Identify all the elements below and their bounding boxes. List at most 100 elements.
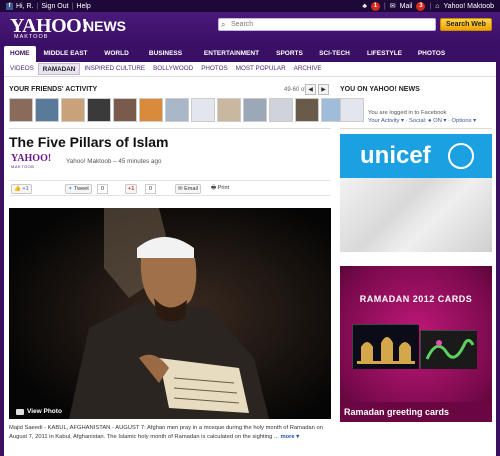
social-toggle[interactable]: Social: ● ON ▾ (409, 118, 446, 124)
friend-avatar[interactable] (9, 98, 33, 122)
unicef-logo-text: unicef (360, 142, 431, 169)
help-link[interactable]: Help (76, 3, 90, 10)
article-title: The Five Pillars of Islam (9, 134, 169, 150)
sub-nav: VIDEOS RAMADAN INSPIRED CULTURE BOLLYWOO… (4, 62, 496, 77)
search-placeholder: Search (231, 21, 254, 28)
tab-entertainment[interactable]: ENTERTAINMENT (194, 46, 270, 62)
ramadan-card-calligraphy (420, 330, 477, 369)
options-link[interactable]: Options ▾ (452, 118, 477, 124)
tab-middle-east[interactable]: MIDDLE EAST (36, 46, 96, 62)
friend-avatar[interactable] (165, 98, 189, 122)
article-byline: Yahoo! Maktoob – 45 minutes ago (66, 158, 162, 165)
caption-text: Majid Saeedi - KABUL, AFGHANISTAN - AUGU… (9, 425, 323, 440)
facebook-like-button[interactable]: 👍 +1 (11, 184, 32, 194)
ramadan-cards-ad[interactable]: RAMADAN 2012 CARDS Ramadan greeting card… (340, 266, 492, 422)
subnav-bollywood[interactable]: BOLLYWOOD (149, 63, 197, 75)
mail-icon[interactable]: ✉ (390, 2, 396, 10)
divider (340, 128, 492, 129)
separator: | (429, 2, 432, 10)
calligraphy-icon (421, 331, 477, 369)
gplus-count: 0 (145, 184, 157, 194)
separator: | (36, 2, 39, 10)
friend-avatar[interactable] (243, 98, 267, 122)
separator: | (71, 2, 74, 10)
twitter-icon: ✦ (68, 186, 73, 192)
mail-link[interactable]: Mail (400, 3, 413, 10)
friend-avatar[interactable] (295, 98, 319, 122)
tweet-button[interactable]: ✦ Tweet (65, 184, 92, 194)
like-label: +1 (22, 186, 29, 192)
subnav-videos[interactable]: VIDEOS (6, 63, 38, 75)
friend-avatar[interactable] (113, 98, 137, 122)
tweet-count: 0 (97, 184, 109, 194)
tab-business[interactable]: BUSINESS (138, 46, 194, 62)
friends-activity-title: YOUR FRIENDS' ACTIVITY (9, 86, 98, 93)
friends-avatar-row (9, 98, 345, 122)
tab-sports[interactable]: SPORTS (270, 46, 310, 62)
email-button[interactable]: ✉ Email (175, 184, 201, 194)
facebook-login-status: You are logged in to Facebook (368, 110, 447, 116)
email-icon: ✉ (178, 186, 183, 192)
next-page-button[interactable]: ▶ (318, 84, 329, 95)
caption-more-link[interactable]: more ▾ (280, 434, 299, 440)
friend-avatar[interactable] (191, 98, 215, 122)
prev-page-button[interactable]: ◀ (305, 84, 316, 95)
divider (9, 128, 331, 129)
gplus-label: +1 (128, 186, 135, 192)
google-plus-button[interactable]: +1 (125, 184, 138, 194)
view-photo-label: View Photo (27, 408, 62, 415)
yahoo-logo[interactable]: YAHOO! (10, 16, 88, 36)
tab-home[interactable]: HOME (4, 46, 36, 62)
mosque-icon (353, 325, 419, 369)
facebook-controls: Your Activity ▾ · Social: ● ON ▾ · Optio… (368, 118, 477, 124)
top-bar-right: ♣ 1 | ✉ Mail 3 | ⌂ Yahoo! Maktoob (362, 1, 494, 11)
content-panel: VIDEOS RAMADAN INSPIRED CULTURE BOLLYWOO… (4, 62, 496, 456)
home-icon[interactable]: ⌂ (435, 3, 439, 10)
friend-avatar[interactable] (217, 98, 241, 122)
source-logo[interactable]: YAHOO! MAKTOOB (11, 154, 57, 170)
friend-avatar[interactable] (139, 98, 163, 122)
tab-photos[interactable]: PHOTOS (410, 46, 454, 62)
subnav-inspired-culture[interactable]: INSPIRED CULTURE (80, 63, 149, 75)
print-label: Print (217, 185, 230, 191)
subnav-most-popular[interactable]: MOST POPULAR (232, 63, 290, 75)
unicef-ad[interactable]: unicef (340, 134, 492, 178)
tab-lifestyle[interactable]: LIFESTYLE (360, 46, 410, 62)
friend-avatar[interactable] (61, 98, 85, 122)
friend-avatar[interactable] (35, 98, 59, 122)
facebook-icon: f (6, 2, 13, 10)
facebook-avatar (340, 98, 364, 122)
tab-sci-tech[interactable]: SCI-TECH (310, 46, 360, 62)
share-toolbar: 👍 +1 ✦ Tweet 0 +1 0 ✉ Email 🖶 Print (9, 180, 331, 196)
email-label: Email (184, 186, 198, 192)
header: YAHOO! MAKTOOB NEWS ⌕ Search Search Web (0, 12, 500, 44)
tweet-label: Tweet (74, 186, 89, 192)
subnav-photos[interactable]: PHOTOS (197, 63, 231, 75)
photo-caption: Majid Saeedi - KABUL, AFGHANISTAN - AUGU… (9, 424, 331, 441)
search-icon: ⌕ (221, 20, 226, 29)
search-input[interactable]: ⌕ Search (218, 18, 436, 31)
top-bar: f Hi, R. | Sign Out | Help ♣ 1 | ✉ Mail … (0, 0, 500, 12)
your-activity-link[interactable]: Your Activity ▾ (368, 118, 404, 124)
friend-avatar[interactable] (269, 98, 293, 122)
unicef-globe-icon (448, 143, 474, 169)
sign-out-link[interactable]: Sign Out (41, 3, 68, 10)
article-photo[interactable]: View Photo (9, 208, 331, 419)
user-greeting[interactable]: Hi, R. (16, 3, 34, 10)
tab-world[interactable]: WORLD (96, 46, 138, 62)
you-on-yahoo-news-title: YOU ON YAHOO! NEWS (340, 86, 420, 93)
subnav-archive[interactable]: ARCHIVE (290, 63, 326, 75)
ramadan-greeting-cards-link[interactable]: Ramadan greeting cards (340, 402, 492, 422)
subnav-ramadan[interactable]: RAMADAN (37, 63, 81, 75)
ad-crumpled-paper[interactable] (340, 178, 492, 252)
notifications-icon[interactable]: ♣ (362, 3, 367, 10)
friend-avatar[interactable] (87, 98, 111, 122)
main-nav: HOME MIDDLE EAST WORLD BUSINESS ENTERTAI… (0, 44, 500, 62)
search-web-button[interactable]: Search Web (440, 18, 492, 31)
view-photo-button[interactable]: View Photo (16, 408, 62, 415)
photo-illustration (9, 208, 331, 419)
yahoo-home-link[interactable]: Yahoo! Maktoob (444, 3, 494, 10)
section-title[interactable]: NEWS (84, 18, 126, 34)
top-bar-left: f Hi, R. | Sign Out | Help (6, 2, 91, 10)
print-button[interactable]: 🖶 Print (209, 184, 231, 194)
